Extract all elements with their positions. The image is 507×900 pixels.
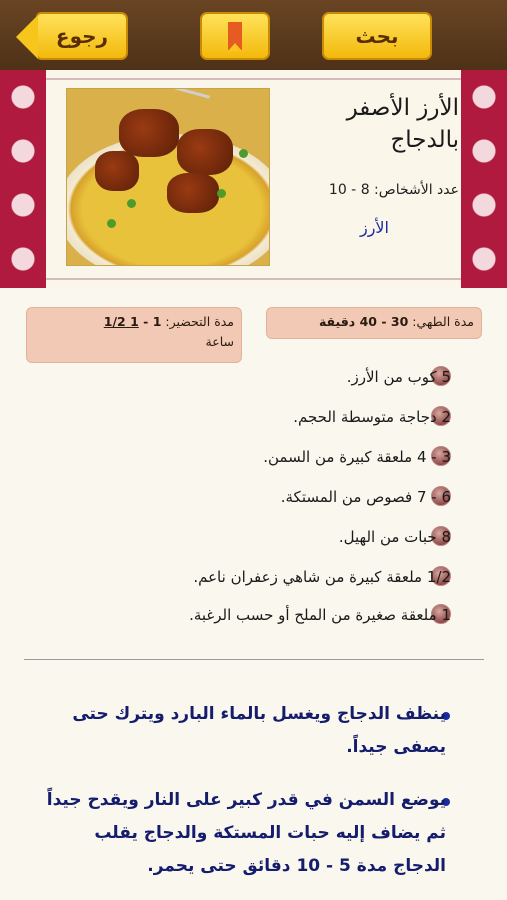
ingredient-item: 1 ملعقة صغيرة من الملح أو حسب الرغبة. [189,606,451,624]
search-button-label: بحث [355,24,399,48]
fork-shape [158,89,210,110]
prep-time-box: مدة التحضير: 1 - 1 1/2 ساعة [26,307,242,363]
pea [107,219,116,228]
cook-time-value: 30 - 40 دقيقة [318,314,409,329]
prep-time-unit: ساعة [205,334,234,349]
ingredient-item: 3 - 4 ملعقة كبيرة من السمن. [263,448,451,466]
cook-time-label: مدة الطهي: [412,314,474,329]
back-button[interactable]: رجوع [16,12,128,60]
chicken-piece [177,129,233,175]
recipe-category-link[interactable]: الأرز [360,218,389,237]
chicken-piece [119,109,179,157]
back-button-label: رجوع [55,24,109,48]
bookmark-icon [228,22,242,51]
bookmark-button[interactable] [200,12,270,60]
prep-time-value-b: 1 1/2 [103,314,139,329]
chicken-piece [167,173,219,213]
ornament-left [0,70,46,288]
recipe-photo [66,88,270,266]
pea [127,199,136,208]
ingredient-item: 1/2 ملعقة كبيرة من شاهي زعفران ناعم. [193,568,451,586]
section-divider [24,659,484,660]
pea [217,189,226,198]
prep-time-label: مدة التحضير: [165,314,234,329]
chicken-piece [95,151,139,191]
step-item: ينظف الدجاج ويغسل بالماء البارد ويترك حت… [72,704,446,757]
recipe-title: الأرز الأصفر بالدجاج [346,95,459,153]
step-item: يوضع السمن في قدر كبير على النار ويقدح ج… [46,790,446,876]
ingredient-item: 2 دجاجة متوسطة الحجم. [293,408,451,426]
servings-text: عدد الأشخاص: 8 - 10 [328,182,459,198]
ingredient-item: 5 كوب من الأرز. [346,368,451,386]
ornament-right [461,70,507,288]
prep-time-value-a: 1 - [138,314,162,329]
cook-time-box: مدة الطهي: 30 - 40 دقيقة [266,307,482,339]
pea [239,149,248,158]
search-button[interactable]: بحث [322,12,432,60]
ingredient-item: 6 - 7 فصوص من المستكة. [280,488,451,506]
ingredient-item: 8 حبات من الهيل. [338,528,451,546]
